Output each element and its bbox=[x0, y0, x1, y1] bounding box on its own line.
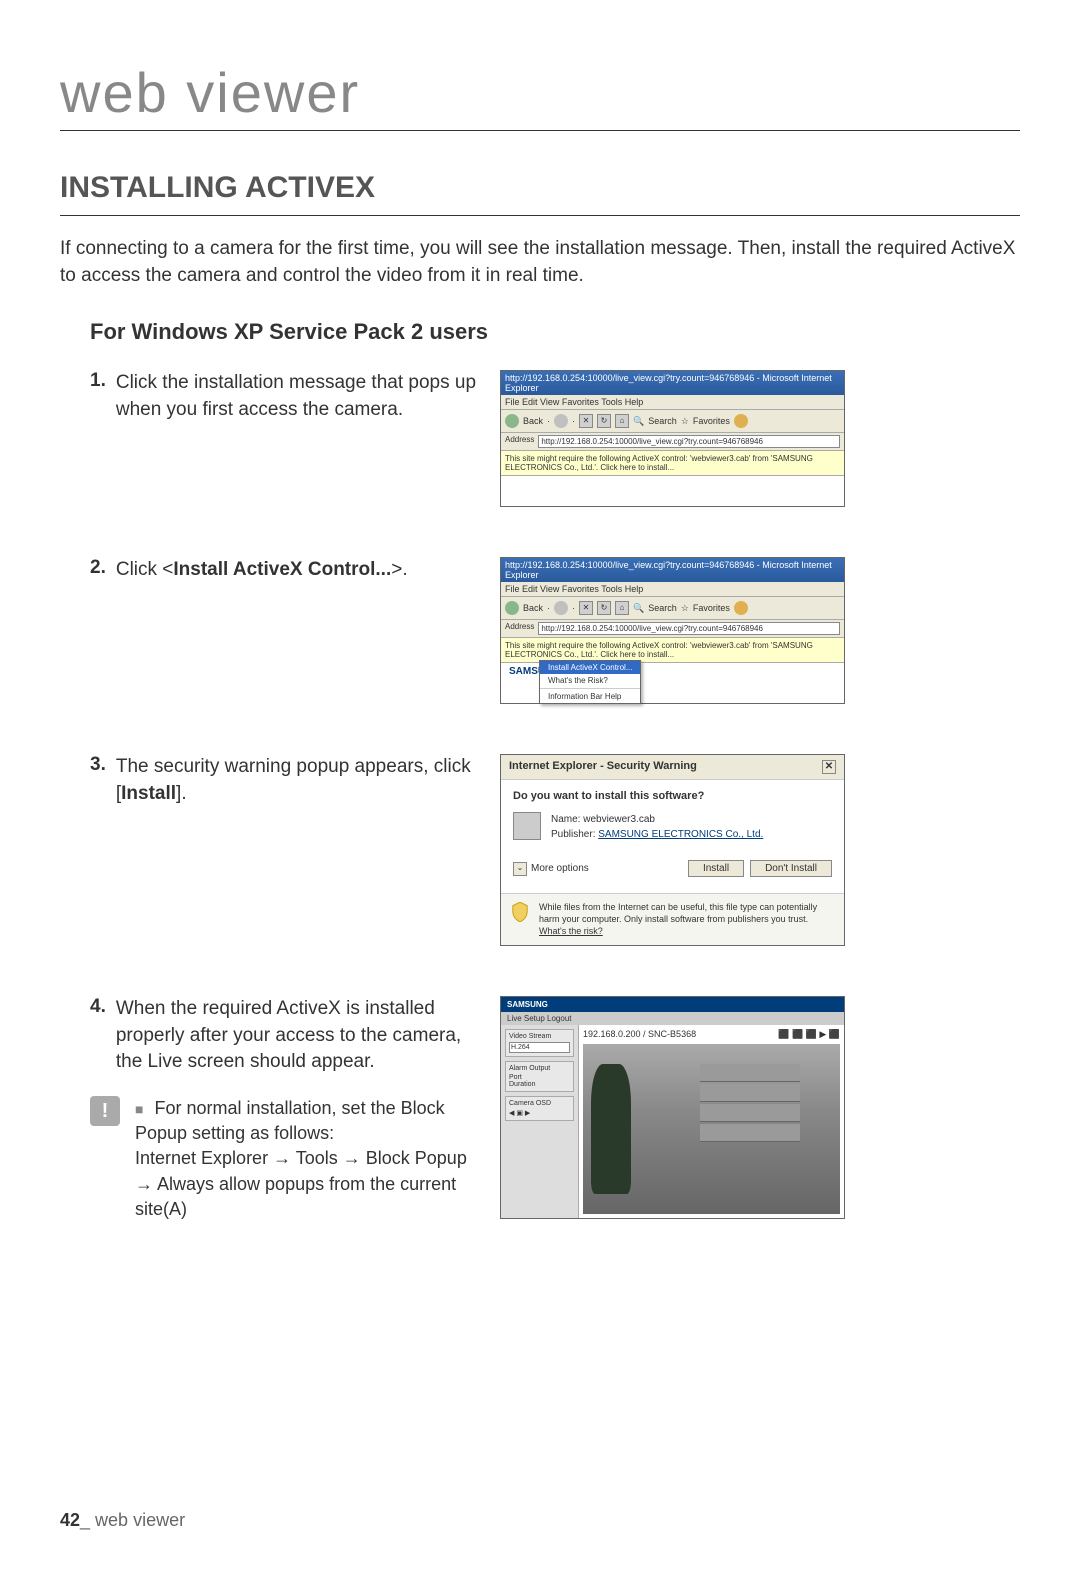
refresh-icon: ↻ bbox=[597, 601, 611, 615]
screenshot-live-view: SAMSUNG Live Setup Logout Video Stream H… bbox=[500, 996, 1020, 1219]
step-text: Click the installation message that pops… bbox=[116, 370, 480, 423]
search-label: Search bbox=[648, 416, 677, 426]
camera-osd-label: Camera OSD bbox=[509, 1100, 570, 1107]
more-options: More options bbox=[531, 863, 589, 874]
menu-whats-risk: What's the Risk? bbox=[540, 674, 640, 687]
menu-info-help: Information Bar Help bbox=[540, 690, 640, 703]
alert-icon: ! bbox=[90, 1096, 120, 1126]
forward-icon bbox=[554, 601, 568, 615]
screenshot-install-activex: http://192.168.0.254:10000/live_view.cgi… bbox=[500, 557, 1020, 704]
alarm-output-label: Alarm Output bbox=[509, 1065, 570, 1072]
install-button: Install bbox=[688, 860, 744, 877]
chevron-down-icon: ⌄ bbox=[513, 862, 527, 876]
stop-icon: ✕ bbox=[579, 414, 593, 428]
back-icon bbox=[505, 414, 519, 428]
live-brand: SAMSUNG bbox=[501, 997, 844, 1012]
address-label: Address bbox=[505, 435, 534, 448]
step-text: Click <Install ActiveX Control...>. bbox=[116, 557, 408, 584]
note-block: ! ■ For normal installation, set the Blo… bbox=[90, 1096, 480, 1222]
screenshot-security-warning: Internet Explorer - Security Warning ✕ D… bbox=[500, 754, 1020, 946]
ie-titlebar: http://192.168.0.254:10000/live_view.cgi… bbox=[501, 558, 844, 582]
home-icon: ⌂ bbox=[615, 601, 629, 615]
favorites-label: Favorites bbox=[693, 416, 730, 426]
live-control-icons: ⬛ ⬛ ⬛ ▶ ⬛ bbox=[778, 1029, 840, 1040]
step-text: When the required ActiveX is installed p… bbox=[116, 996, 480, 1076]
whats-risk-link: What's the risk? bbox=[539, 926, 603, 936]
home-icon: ⌂ bbox=[615, 414, 629, 428]
live-tabs: Live Setup Logout bbox=[501, 1012, 844, 1025]
live-sidebar: Video Stream H.264 Alarm Output Port Dur… bbox=[501, 1025, 579, 1218]
dont-install-button: Don't Install bbox=[750, 860, 832, 877]
video-stream-label: Video Stream bbox=[509, 1033, 570, 1040]
page-footer: 42_ web viewer bbox=[60, 1510, 185, 1531]
sw-name: webviewer3.cab bbox=[583, 814, 655, 825]
history-icon bbox=[734, 414, 748, 428]
sw-title: Internet Explorer - Security Warning bbox=[509, 760, 697, 774]
sw-publisher: SAMSUNG ELECTRONICS Co., Ltd. bbox=[598, 829, 763, 840]
step-text: The security warning popup appears, clic… bbox=[116, 754, 480, 807]
screenshot-ie-popup: http://192.168.0.254:10000/live_view.cgi… bbox=[500, 370, 1020, 507]
refresh-icon: ↻ bbox=[597, 414, 611, 428]
step-1: 1. Click the installation message that p… bbox=[90, 370, 1020, 507]
menu-install-activex: Install ActiveX Control... bbox=[540, 661, 640, 674]
software-icon bbox=[513, 812, 541, 840]
live-camera-address: 192.168.0.200 / SNC-B5368 bbox=[583, 1029, 696, 1040]
back-icon bbox=[505, 601, 519, 615]
close-icon: ✕ bbox=[822, 760, 836, 774]
step-2: 2. Click <Install ActiveX Control...>. h… bbox=[90, 557, 1020, 704]
step-number: 2. bbox=[90, 557, 106, 584]
context-menu: Install ActiveX Control... What's the Ri… bbox=[539, 660, 641, 704]
search-icon: 🔍 bbox=[633, 416, 644, 427]
page-header-title: web viewer bbox=[60, 60, 1020, 131]
step-number: 4. bbox=[90, 996, 106, 1076]
forward-icon bbox=[554, 414, 568, 428]
sub-heading: For Windows XP Service Pack 2 users bbox=[90, 319, 1020, 345]
step-4: 4. When the required ActiveX is installe… bbox=[90, 996, 1020, 1222]
back-label: Back bbox=[523, 416, 543, 426]
shield-icon bbox=[511, 902, 529, 922]
sw-footer-text: While files from the Internet can be use… bbox=[539, 902, 817, 924]
sw-question: Do you want to install this software? bbox=[513, 790, 832, 802]
ie-toolbar: Back · · ✕ ↻ ⌂ 🔍 Search ☆ Favorites bbox=[501, 409, 844, 433]
note-line1: For normal installation, set the Block P… bbox=[135, 1098, 445, 1143]
stop-icon: ✕ bbox=[579, 601, 593, 615]
intro-text: If connecting to a camera for the first … bbox=[60, 236, 1020, 289]
live-video-feed bbox=[583, 1044, 840, 1214]
ie-toolbar: Back · · ✕ ↻ ⌂ 🔍 Search ☆ Favorites bbox=[501, 596, 844, 620]
ie-titlebar: http://192.168.0.254:10000/live_view.cgi… bbox=[501, 371, 844, 395]
section-title: INSTALLING ACTIVEX bbox=[60, 171, 1020, 216]
note-line2: Internet Explorer → Tools → Block Popup … bbox=[135, 1148, 467, 1218]
step-number: 3. bbox=[90, 754, 106, 807]
ie-menubar: File Edit View Favorites Tools Help bbox=[501, 395, 844, 409]
step-number: 1. bbox=[90, 370, 106, 423]
ie-menubar: File Edit View Favorites Tools Help bbox=[501, 582, 844, 596]
favorites-icon: ☆ bbox=[681, 416, 689, 427]
step-3: 3. The security warning popup appears, c… bbox=[90, 754, 1020, 946]
address-box: http://192.168.0.254:10000/live_view.cgi… bbox=[538, 435, 840, 448]
ie-infobar: This site might require the following Ac… bbox=[501, 451, 844, 476]
